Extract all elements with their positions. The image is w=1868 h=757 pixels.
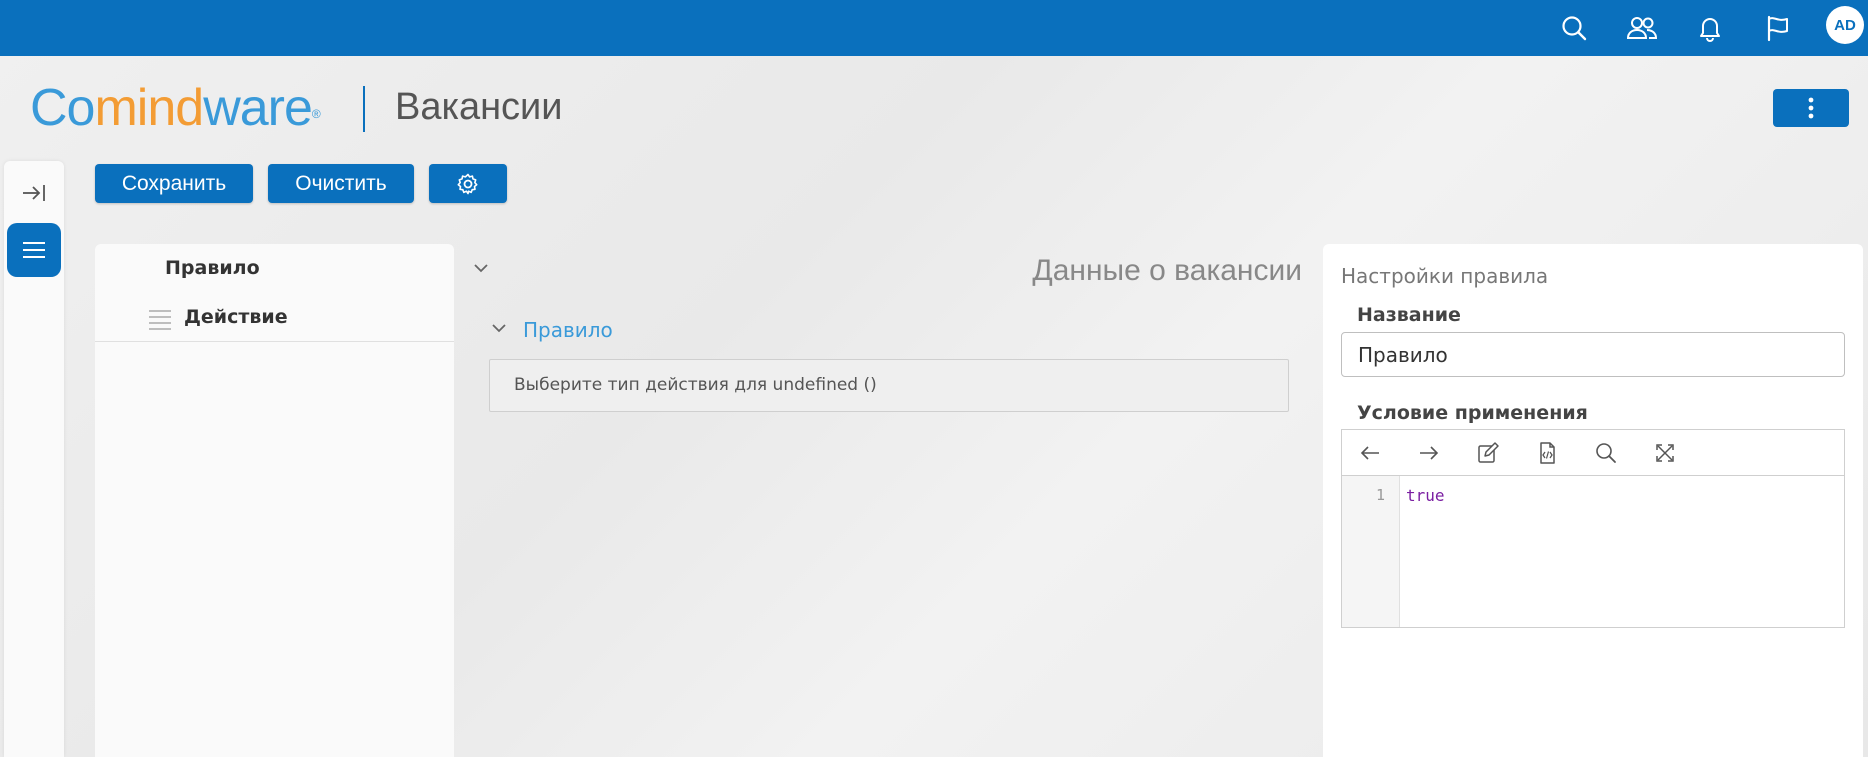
header-divider xyxy=(363,86,365,132)
users-icon[interactable] xyxy=(1624,10,1660,46)
tree-item-action-label: Действие xyxy=(184,306,288,328)
arrow-left-icon[interactable] xyxy=(1358,441,1382,465)
action-type-placeholder[interactable]: Выберите тип действия для undefined () xyxy=(489,359,1289,412)
arrow-right-icon[interactable] xyxy=(1417,441,1441,465)
search-icon[interactable] xyxy=(1556,10,1592,46)
logo-part-3: ware xyxy=(203,79,313,137)
code-line[interactable]: true xyxy=(1406,486,1445,505)
rule-tree-panel: Правило Действие xyxy=(95,244,454,757)
code-file-icon[interactable] xyxy=(1535,441,1559,465)
bell-icon[interactable] xyxy=(1692,10,1728,46)
top-bar: AD xyxy=(0,0,1868,56)
tree-item-rule[interactable]: Правило xyxy=(165,257,260,279)
settings-button[interactable] xyxy=(429,164,507,203)
arrow-to-right-icon xyxy=(23,185,45,201)
left-rail xyxy=(4,161,64,757)
editor-gutter: 1 xyxy=(1342,476,1400,627)
hamburger-icon xyxy=(23,242,45,258)
drag-handle-icon[interactable] xyxy=(147,306,173,332)
avatar[interactable]: AD xyxy=(1826,6,1864,44)
rule-settings-heading: Настройки правила xyxy=(1341,264,1549,288)
condition-label: Условие применения xyxy=(1357,402,1588,424)
flag-icon[interactable] xyxy=(1760,10,1796,46)
search-icon[interactable] xyxy=(1594,441,1618,465)
clear-button[interactable]: Очистить xyxy=(268,164,414,203)
editor-toolbar xyxy=(1342,430,1844,476)
section-rule-link[interactable]: Правило xyxy=(523,318,613,342)
rule-settings-panel: Настройки правила Название Условие приме… xyxy=(1323,244,1863,757)
name-label: Название xyxy=(1357,304,1461,326)
save-button[interactable]: Сохранить xyxy=(95,164,253,203)
name-input[interactable] xyxy=(1341,332,1845,377)
edit-icon[interactable] xyxy=(1476,441,1500,465)
tree-item-action[interactable]: Действие xyxy=(95,296,454,342)
logo-part-2: mind xyxy=(94,79,204,137)
logo: Comindware® xyxy=(30,79,321,137)
gear-icon xyxy=(457,173,478,194)
form-title: Данные о вакансии xyxy=(1032,254,1302,287)
expand-icon[interactable] xyxy=(1653,441,1677,465)
logo-part-1: Co xyxy=(30,79,95,137)
menu-button[interactable] xyxy=(7,223,61,277)
kebab-icon xyxy=(1808,97,1814,119)
page-title: Вакансии xyxy=(395,86,563,128)
line-number: 1 xyxy=(1376,486,1386,504)
condition-code-editor[interactable]: 1 true xyxy=(1341,429,1845,628)
section-chevron-down-icon[interactable] xyxy=(489,320,509,336)
logo-registered-mark: ® xyxy=(311,107,321,121)
expand-panel-button[interactable] xyxy=(18,177,50,209)
more-options-button[interactable] xyxy=(1773,89,1849,127)
chevron-down-icon[interactable] xyxy=(471,260,491,276)
